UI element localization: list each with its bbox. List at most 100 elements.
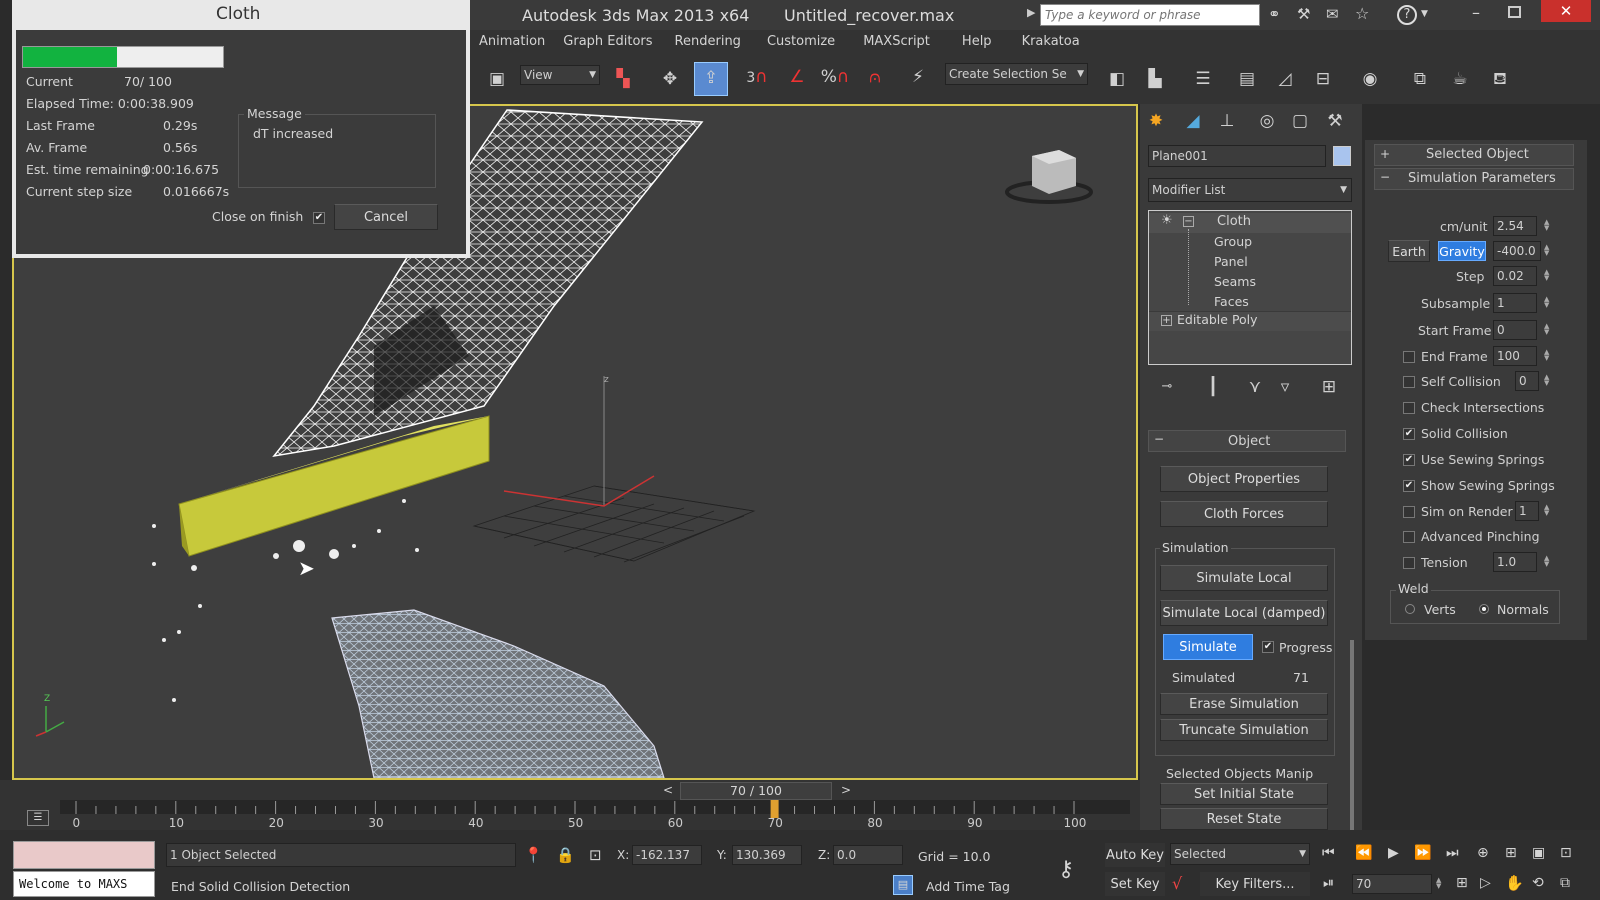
- time-slider-thumb[interactable]: 70 / 100: [680, 782, 832, 800]
- stack-sub-faces[interactable]: Faces: [1214, 294, 1249, 309]
- menu-krakatoa[interactable]: Krakatoa: [1022, 30, 1080, 54]
- self-collision-checkbox[interactable]: [1403, 376, 1415, 388]
- configure-sets-icon[interactable]: ⊞: [1314, 372, 1344, 402]
- absolute-mode-icon[interactable]: ⊡: [589, 846, 602, 864]
- cloth-forces-button[interactable]: Cloth Forces: [1160, 501, 1328, 527]
- utilities-tab-icon[interactable]: ⚒: [1320, 106, 1350, 136]
- verts-radio[interactable]: [1405, 604, 1415, 614]
- key-icon[interactable]: ⚷: [1058, 857, 1074, 882]
- close-icon[interactable]: ✕: [1541, 0, 1591, 22]
- key-mode-toggle-icon[interactable]: ⏯: [1323, 875, 1334, 891]
- pan-icon[interactable]: ✋: [1505, 874, 1524, 892]
- manipulate-icon[interactable]: ⇪: [694, 62, 728, 96]
- zoom-icon[interactable]: ⊕: [1477, 845, 1489, 861]
- current-frame-field[interactable]: 70: [1352, 874, 1432, 894]
- star-icon[interactable]: ☆: [1355, 4, 1369, 23]
- play-icon[interactable]: ▶: [1388, 845, 1399, 861]
- simulate-button[interactable]: Simulate: [1163, 634, 1253, 660]
- gravity-spinner[interactable]: ▲ ▼: [1544, 244, 1552, 257]
- set-key-icon[interactable]: √: [1172, 874, 1182, 893]
- search-arrow-icon[interactable]: ▶: [1027, 6, 1035, 19]
- time-slider-prev[interactable]: <: [663, 783, 673, 797]
- display-tab-icon[interactable]: ▢: [1285, 106, 1315, 136]
- current-frame-spinner[interactable]: ▲ ▼: [1436, 877, 1444, 890]
- stack-sub-panel[interactable]: Panel: [1214, 254, 1248, 269]
- track-bar[interactable]: 0 10 20 30 40 50 60 70 80 90 100: [60, 800, 1140, 830]
- expand-icon[interactable]: +: [1161, 315, 1172, 326]
- stack-sub-group[interactable]: Group: [1214, 234, 1252, 249]
- pin-stack-icon[interactable]: ⊸: [1152, 372, 1182, 402]
- spinner-snap-icon[interactable]: ⩀: [860, 62, 890, 92]
- align-icon[interactable]: ▙: [1140, 64, 1170, 94]
- help-icon[interactable]: ?: [1397, 5, 1417, 25]
- progress-checkbox[interactable]: ✔: [1262, 641, 1274, 653]
- sim-on-render-spinner[interactable]: ▲ ▼: [1544, 504, 1552, 517]
- sim-params-collapse[interactable]: −: [1380, 170, 1390, 184]
- y-coord-field[interactable]: 130.369: [732, 845, 802, 865]
- modify-tab-icon[interactable]: ◢: [1178, 106, 1208, 136]
- binoculars-icon[interactable]: ⚭: [1268, 5, 1281, 23]
- selected-object-expand[interactable]: +: [1380, 147, 1390, 161]
- tension-field[interactable]: 1.0: [1493, 552, 1537, 572]
- light-bulb-icon[interactable]: ☀: [1161, 213, 1173, 228]
- key-mode-dropdown[interactable]: Selected ▼: [1170, 843, 1310, 865]
- start-frame-field[interactable]: 0: [1493, 320, 1537, 340]
- collapse-icon[interactable]: −: [1183, 216, 1194, 227]
- rendered-frame-icon[interactable]: ☕: [1445, 64, 1475, 94]
- menu-animation[interactable]: Animation: [479, 30, 545, 54]
- zoom-extents-icon[interactable]: ▣: [1532, 845, 1545, 861]
- reset-state-button[interactable]: Reset State: [1160, 808, 1328, 830]
- use-sewing-springs-checkbox[interactable]: ✔: [1403, 454, 1415, 466]
- schematic-view-icon[interactable]: ⊟: [1308, 64, 1338, 94]
- step-field[interactable]: 0.02: [1493, 266, 1537, 286]
- simulate-local-button[interactable]: Simulate Local: [1160, 565, 1328, 591]
- search-input[interactable]: [1040, 4, 1260, 26]
- graphite-tools-icon[interactable]: ▤: [1232, 64, 1262, 94]
- time-tag-icon[interactable]: ▤: [893, 875, 913, 895]
- menu-maxscript[interactable]: MAXScript: [863, 30, 930, 54]
- simulate-local-damped-button[interactable]: Simulate Local (damped): [1160, 600, 1328, 626]
- normals-radio[interactable]: [1479, 604, 1489, 614]
- restore-icon[interactable]: [1508, 6, 1521, 18]
- go-to-start-icon[interactable]: ⏮: [1322, 845, 1335, 861]
- named-selection-set[interactable]: Create Selection Se ▼: [945, 63, 1088, 85]
- remove-modifier-icon[interactable]: ▿: [1270, 372, 1300, 402]
- check-intersections-checkbox[interactable]: [1403, 402, 1415, 414]
- key-filters-button[interactable]: Key Filters...: [1200, 872, 1310, 896]
- time-slider-next[interactable]: >: [841, 783, 851, 797]
- start-frame-spinner[interactable]: ▲ ▼: [1544, 323, 1552, 336]
- erase-simulation-button[interactable]: Erase Simulation: [1160, 693, 1328, 715]
- layer-manager-icon[interactable]: ☰: [1188, 64, 1218, 94]
- selection-lock-icon[interactable]: 🔒: [556, 846, 575, 864]
- menu-rendering[interactable]: Rendering: [675, 30, 741, 54]
- cm-unit-spinner[interactable]: ▲ ▼: [1544, 219, 1552, 232]
- auto-key-button[interactable]: Auto Key: [1105, 843, 1165, 867]
- move-icon[interactable]: ✥: [655, 64, 685, 94]
- minimize-icon[interactable]: –: [1472, 3, 1480, 22]
- set-initial-state-button[interactable]: Set Initial State: [1160, 783, 1328, 805]
- percent-snap-icon[interactable]: %∩: [820, 62, 850, 92]
- communication-icon[interactable]: ✉: [1326, 5, 1339, 23]
- isolate-selection-icon[interactable]: 📍: [524, 846, 543, 864]
- self-collision-spinner[interactable]: ▲ ▼: [1544, 374, 1552, 387]
- show-end-result-icon[interactable]: ┃: [1198, 372, 1228, 402]
- go-to-end-icon[interactable]: ⏭: [1446, 845, 1459, 861]
- add-time-tag-label[interactable]: Add Time Tag: [926, 879, 1010, 894]
- object-properties-button[interactable]: Object Properties: [1160, 466, 1328, 492]
- solid-collision-checkbox[interactable]: ✔: [1403, 428, 1415, 440]
- next-frame-icon[interactable]: ⏩: [1414, 845, 1431, 861]
- object-color-swatch[interactable]: [1333, 146, 1351, 166]
- sim-on-render-checkbox[interactable]: [1403, 506, 1415, 518]
- menu-customize[interactable]: Customize: [767, 30, 835, 54]
- modifier-list-dropdown[interactable]: Modifier List ▼: [1148, 178, 1352, 202]
- end-frame-field[interactable]: 100: [1493, 346, 1537, 366]
- tension-spinner[interactable]: ▲ ▼: [1544, 555, 1552, 568]
- tension-checkbox[interactable]: [1403, 557, 1415, 569]
- select-region-icon[interactable]: ▣: [482, 64, 512, 94]
- x-coord-field[interactable]: -162.137: [632, 845, 702, 865]
- object-rollout-collapse[interactable]: −: [1154, 432, 1164, 446]
- snap-toggle-icon[interactable]: 3∩: [742, 62, 772, 92]
- subsample-spinner[interactable]: ▲ ▼: [1544, 296, 1552, 309]
- end-frame-checkbox[interactable]: [1403, 351, 1415, 363]
- zoom-extents-all-icon[interactable]: ⊡: [1560, 845, 1572, 861]
